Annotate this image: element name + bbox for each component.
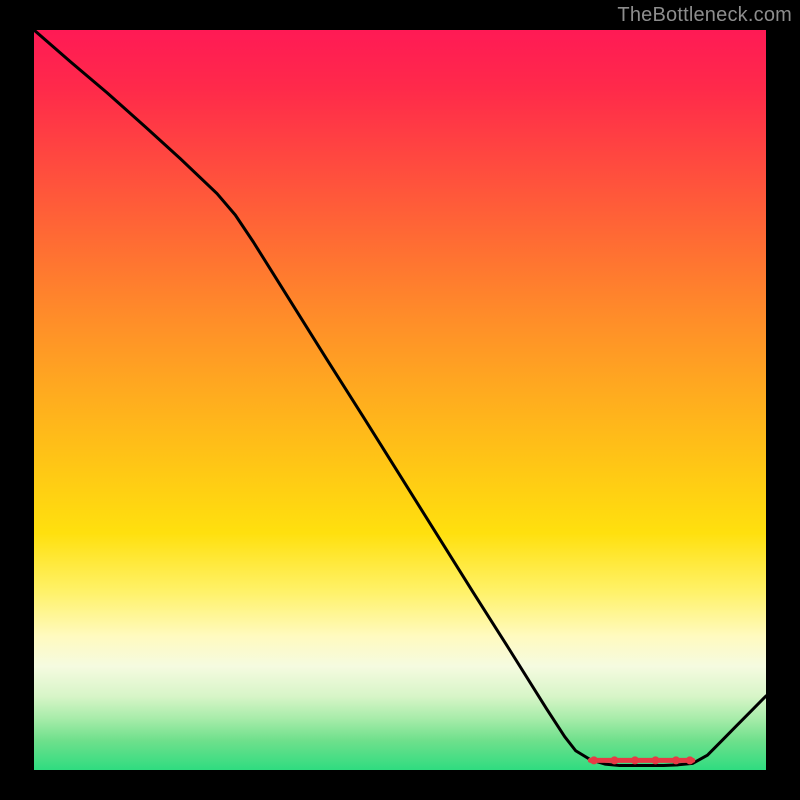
- flat-marker: [651, 756, 659, 764]
- flat-marker: [672, 756, 680, 764]
- flat-marker: [590, 756, 598, 764]
- plot-area: [34, 30, 766, 770]
- line-layer: [34, 30, 766, 770]
- chart-root: TheBottleneck.com: [0, 0, 800, 800]
- flat-marker: [631, 756, 639, 764]
- flat-marker: [610, 756, 618, 764]
- attribution-text: TheBottleneck.com: [617, 4, 792, 27]
- curve-line: [34, 30, 766, 766]
- flat-marker: [686, 756, 694, 764]
